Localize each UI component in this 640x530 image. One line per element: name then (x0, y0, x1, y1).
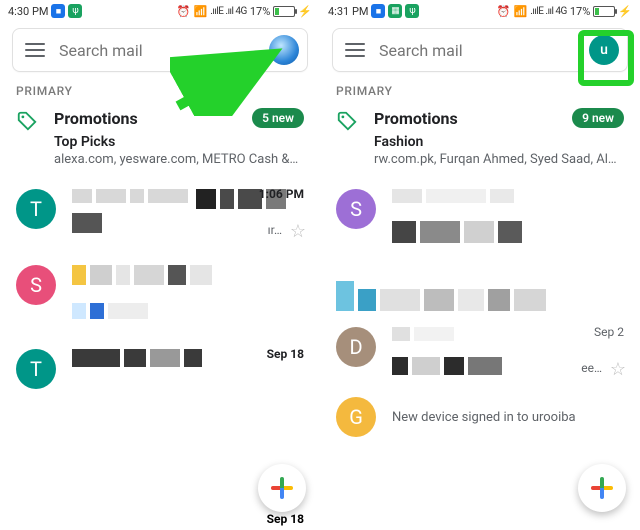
sender-avatar: S (336, 189, 376, 229)
promotions-subtitle: Top Picks (54, 134, 304, 150)
footer-text: New device signed in to urooiba (392, 410, 624, 425)
promotions-badge: 9 new (572, 108, 624, 128)
account-avatar[interactable]: u (589, 35, 619, 65)
section-primary: PRIMARY (320, 80, 640, 104)
promotions-subtitle: Fashion (374, 134, 624, 150)
phone-left: 4:30 PM ■ ψ ⏰ 📶 .ıılE .ııl 4G 17% ⚡ Sear… (0, 0, 320, 530)
network-indicator: .ıılE .ııl 4G (530, 6, 567, 17)
compose-fab[interactable] (578, 464, 626, 512)
wifi-icon: 📶 (194, 5, 208, 18)
sender-avatar: T (16, 349, 56, 389)
search-bar[interactable]: Search mail (12, 28, 308, 72)
promotions-title: Promotions (374, 109, 458, 128)
menu-icon[interactable] (25, 43, 45, 57)
qr-chip-icon: ▦ (388, 4, 402, 18)
battery-icon (593, 6, 615, 17)
promotions-row[interactable]: Promotions 5 new Top Picks alexa.com, ye… (0, 104, 320, 181)
promotions-title: Promotions (54, 109, 138, 128)
phone-right: 4:31 PM ■ ▦ ψ ⏰ 📶 .ıılE .ııl 4G 17% ⚡ Se… (320, 0, 640, 530)
footer-time: Sep 18 (267, 512, 304, 526)
sender-avatar: S (16, 265, 56, 305)
section-primary: PRIMARY (0, 80, 320, 104)
promotions-row[interactable]: Promotions 9 new Fashion rw.com.pk, Furq… (320, 104, 640, 181)
usb-chip-icon: ψ (405, 4, 419, 18)
star-icon[interactable]: ☆ (290, 221, 306, 242)
sender-avatar: G (336, 397, 376, 437)
status-bar: 4:31 PM ■ ▦ ψ ⏰ 📶 .ıılE .ııl 4G 17% ⚡ (320, 0, 640, 22)
snippet: ır… (268, 223, 282, 237)
battery-percent: 17% (570, 5, 590, 18)
star-icon[interactable]: ☆ (610, 359, 626, 380)
sender-avatar: T (16, 189, 56, 229)
conversation-row[interactable]: S (0, 257, 320, 341)
wifi-icon: 📶 (514, 5, 528, 18)
conversation-row[interactable]: G New device signed in to urooiba (320, 395, 640, 439)
conversation-row[interactable]: S (320, 181, 640, 281)
app-chip-icon: ■ (51, 4, 65, 18)
tag-icon (16, 110, 38, 132)
blur-row (320, 281, 640, 319)
menu-icon[interactable] (345, 43, 365, 57)
charging-icon: ⚡ (298, 5, 312, 18)
conversation-time: Sep 2 (594, 325, 624, 339)
network-indicator: .ıılE .ııl 4G (210, 6, 247, 17)
conversation-row[interactable]: T Sep 18 (0, 341, 320, 417)
search-input[interactable]: Search mail (59, 41, 255, 60)
account-avatar[interactable] (269, 35, 299, 65)
usb-chip-icon: ψ (68, 4, 82, 18)
conversation-row[interactable]: D Sep 2 ee… ☆ (320, 319, 640, 395)
snippet: ee… (581, 361, 602, 375)
status-time: 4:31 PM (328, 5, 368, 18)
app-chip-icon: ■ (371, 4, 385, 18)
conversation-time: 1:06 PM (259, 187, 304, 201)
alarm-icon: ⏰ (497, 5, 511, 18)
promotions-senders: alexa.com, yesware.com, METRO Cash &… (54, 152, 304, 167)
battery-percent: 17% (250, 5, 270, 18)
status-time: 4:30 PM (8, 5, 48, 18)
search-input[interactable]: Search mail (379, 41, 575, 60)
promotions-badge: 5 new (252, 108, 304, 128)
promotions-senders: rw.com.pk, Furqan Ahmed, Syed Saad, Al… (374, 152, 624, 167)
tag-icon (336, 110, 358, 132)
search-bar[interactable]: Search mail u (332, 28, 628, 72)
compose-fab[interactable] (258, 464, 306, 512)
alarm-icon: ⏰ (177, 5, 191, 18)
charging-icon: ⚡ (618, 5, 632, 18)
status-bar: 4:30 PM ■ ψ ⏰ 📶 .ıılE .ııl 4G 17% ⚡ (0, 0, 320, 22)
conversation-row[interactable]: T 1:06 PM ır… ☆ (0, 181, 320, 257)
conversation-time: Sep 18 (267, 347, 304, 361)
sender-avatar: D (336, 327, 376, 367)
battery-icon (273, 6, 295, 17)
